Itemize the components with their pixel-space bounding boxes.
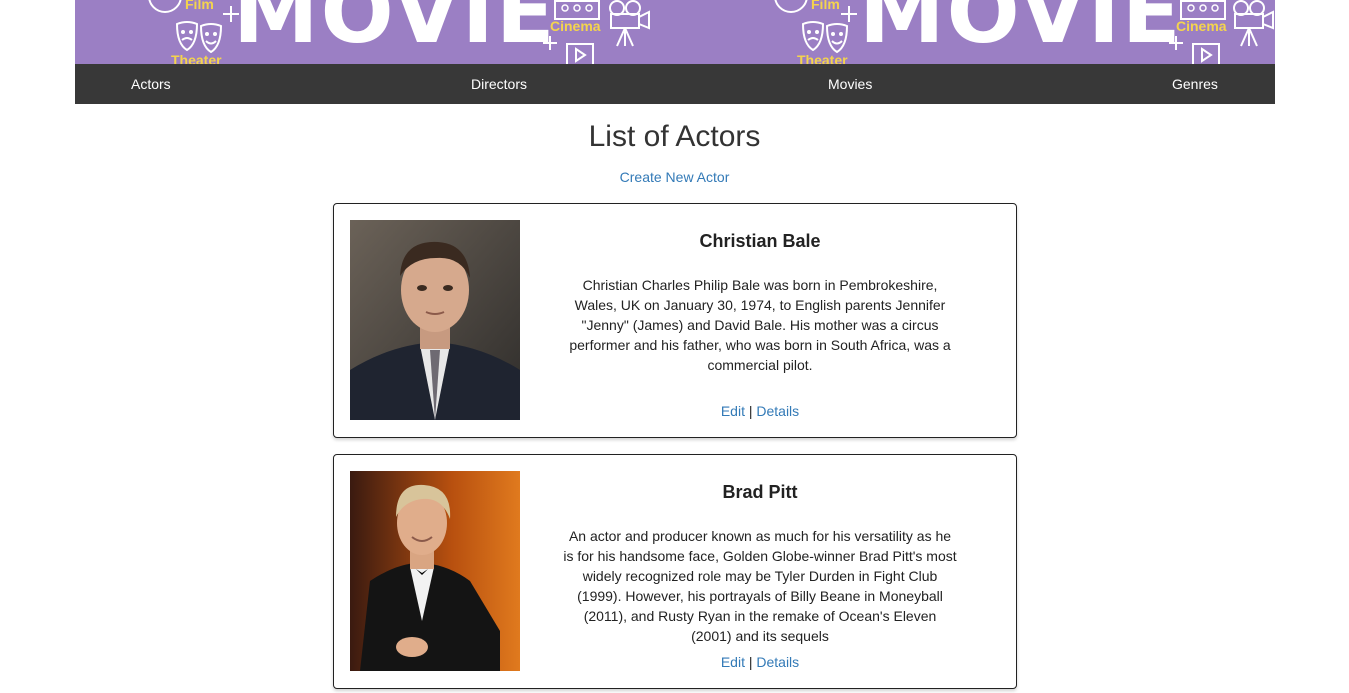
actor-actions: Edit | Details (570, 403, 950, 419)
action-separator: | (748, 403, 753, 419)
nav-item-genres[interactable]: Genres (1172, 76, 1218, 92)
banner-title: MOVIE (233, 0, 557, 63)
theater-masks-icon (175, 21, 223, 54)
actor-bio: An actor and producer known as much for … (563, 528, 957, 644)
banner-label-film: Film (811, 0, 840, 12)
details-link[interactable]: Details (756, 654, 799, 670)
main-navbar: Actors Directors Movies Genres (75, 64, 1275, 104)
actor-photo (350, 471, 520, 671)
film-camera-icon (1233, 0, 1274, 47)
action-separator: | (748, 654, 753, 670)
actor-photo (350, 220, 520, 420)
plus-icon (1169, 36, 1183, 50)
banner-title: MOVIE (859, 0, 1183, 63)
banner-tile: Film Theater MOVIE Cinema (75, 0, 701, 64)
edit-link[interactable]: Edit (721, 403, 745, 419)
plus-icon (543, 36, 557, 50)
banner-label-cinema: Cinema (1176, 18, 1227, 34)
film-camera-icon (609, 0, 650, 47)
banner-label-theater: Theater (797, 52, 848, 64)
edit-link[interactable]: Edit (721, 654, 745, 670)
site-banner: Film Theater MOVIE Cinema Film Theater M… (75, 0, 1275, 64)
banner-label-cinema: Cinema (550, 18, 601, 34)
actor-name: Christian Bale (699, 231, 821, 251)
actor-card: Brad Pitt An actor and producer known as… (333, 454, 1017, 689)
create-new-actor-link[interactable]: Create New Actor (620, 169, 730, 185)
play-button-icon (1192, 43, 1220, 64)
actor-name: Brad Pitt (722, 482, 798, 502)
create-link-row: Create New Actor (0, 169, 1349, 185)
circle-icon (148, 0, 182, 13)
actor-actions: Edit | Details (570, 654, 950, 670)
page-title: List of Actors (588, 120, 761, 153)
nav-item-movies[interactable]: Movies (828, 76, 872, 92)
circle-icon (774, 0, 808, 13)
banner-label-film: Film (185, 0, 214, 12)
actor-card: Christian Bale Christian Charles Philip … (333, 203, 1017, 438)
play-button-icon (566, 43, 594, 64)
actor-bio: Christian Charles Philip Bale was born i… (569, 277, 951, 373)
banner-tile: Film Theater MOVIE Cinema (701, 0, 1275, 64)
nav-item-actors[interactable]: Actors (131, 76, 171, 92)
banner-label-theater: Theater (171, 52, 222, 64)
nav-item-directors[interactable]: Directors (471, 76, 527, 92)
details-link[interactable]: Details (756, 403, 799, 419)
theater-masks-icon (801, 21, 849, 54)
